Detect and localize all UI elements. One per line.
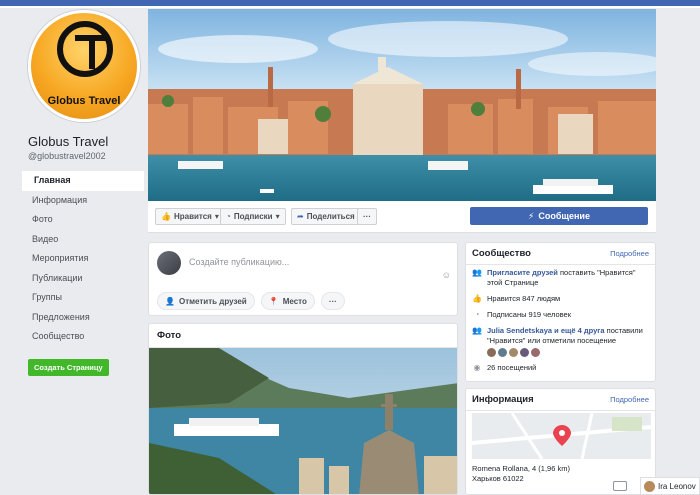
likes-row: 👍 Нравится 847 людям — [466, 291, 655, 307]
chat-contact-name: Ira Leonov — [658, 481, 696, 491]
address-line-1[interactable]: Romena Rollana, 4 (1,96 km) — [472, 464, 570, 474]
chevron-down-icon: ▾ — [275, 212, 280, 221]
like-button[interactable]: 👍 Нравится ▾ — [155, 208, 225, 225]
check-in-label: Место — [282, 296, 307, 306]
map-graphic — [472, 413, 651, 459]
nav-item-offers[interactable]: Предложения — [22, 308, 144, 328]
logo-g-mark — [57, 21, 113, 77]
share-button-label: Поделиться — [306, 212, 355, 221]
community-card: Сообщество Подробнее 👥 Пригласите друзей… — [465, 242, 656, 382]
composer-more-button[interactable]: ··· — [320, 292, 345, 310]
page-action-bar: 👍 Нравится ▾ ◔ Подписки ▾ ➦ Поделиться ·… — [148, 201, 656, 233]
info-card: Информация Подробнее Romena Rollana, 4 (… — [465, 388, 656, 495]
emoji-icon[interactable]: ☺ — [442, 270, 451, 280]
logo-text: Globus Travel — [47, 95, 121, 107]
tag-friends-label: Отметить друзей — [178, 296, 247, 306]
invite-friends-link[interactable]: Пригласите друзей — [487, 268, 558, 277]
nav-item-posts[interactable]: Публикации — [22, 269, 144, 289]
friend-avatar[interactable] — [487, 348, 496, 357]
friends-link[interactable]: Julia Sendetskaya и ещё 4 друга — [487, 326, 605, 335]
kotor-bay-photo[interactable] — [149, 348, 458, 495]
nav-item-videos[interactable]: Видео — [22, 230, 144, 250]
page-handle[interactable]: @globustravel2002 — [22, 151, 144, 161]
visits-count-text: 26 посещений — [487, 363, 537, 372]
chat-contact[interactable]: Ira Leonov — [640, 477, 700, 495]
followers-row: ◔ Подписаны 919 человек — [466, 307, 655, 323]
nav-item-groups[interactable]: Группы — [22, 288, 144, 308]
friend-avatar[interactable] — [509, 348, 518, 357]
invite-text-block: Пригласите друзей поставить "Нравится" э… — [487, 268, 649, 288]
post-composer: Создайте публикацию... ☺ 👤 Отметить друз… — [148, 242, 458, 316]
friends-text-block: Julia Sendetskaya и ещё 4 друга поставил… — [487, 326, 649, 357]
friend-avatar[interactable] — [498, 348, 507, 357]
rss-icon: ◔ — [226, 212, 231, 221]
nav-item-events[interactable]: Мероприятия — [22, 249, 144, 269]
avatar — [157, 251, 181, 275]
friends-icon: 👥 — [472, 326, 482, 335]
info-more-link[interactable]: Подробнее — [610, 395, 649, 404]
left-column: Globus Travel Globus Travel @globustrave… — [22, 10, 144, 376]
friend-avatars — [487, 348, 649, 357]
rss-icon: ◔ — [474, 310, 480, 319]
message-button[interactable]: ⚡ Сообщение — [470, 207, 648, 225]
friend-avatar[interactable] — [531, 348, 540, 357]
nav-item-info[interactable]: Информация — [22, 191, 144, 211]
address-line-2: Харьков 61022 — [472, 474, 524, 483]
messenger-icon: ⚡ — [528, 210, 535, 221]
logo-t-stem — [89, 35, 95, 69]
nav-item-community[interactable]: Сообщество — [22, 327, 144, 347]
tag-friends-button[interactable]: 👤 Отметить друзей — [157, 292, 255, 310]
check-in-icon: ◉ — [473, 363, 481, 372]
community-card-header: Сообщество Подробнее — [466, 243, 655, 265]
like-button-label: Нравится — [173, 212, 212, 221]
composer-input[interactable]: Создайте публикацию... — [189, 257, 289, 267]
photos-card: Фото — [148, 323, 458, 495]
thumbs-up-icon: 👍 — [161, 212, 171, 221]
cover-photo[interactable] — [148, 9, 656, 201]
invite-icon: 👥 — [472, 268, 482, 277]
venice-cover-image — [148, 9, 656, 201]
tag-friends-icon: 👤 — [165, 296, 175, 306]
community-card-title: Сообщество — [472, 248, 531, 259]
location-map[interactable] — [472, 413, 651, 459]
info-card-header: Информация Подробнее — [466, 389, 655, 411]
chevron-down-icon: ▾ — [214, 212, 219, 221]
message-button-label: Сообщение — [538, 211, 590, 221]
chat-options-icon[interactable] — [613, 481, 627, 491]
share-button[interactable]: ➦ Поделиться — [291, 208, 361, 225]
subscribe-button-label: Подписки — [233, 212, 273, 221]
followers-count-text: Подписаны 919 человек — [487, 310, 571, 319]
check-in-button[interactable]: 📍 Место — [260, 292, 315, 310]
subscribe-button[interactable]: ◔ Подписки ▾ — [220, 208, 286, 225]
page-nav: Главная Информация Фото Видео Мероприяти… — [22, 171, 144, 347]
nav-item-home[interactable]: Главная — [22, 171, 144, 191]
composer-actions: 👤 Отметить друзей 📍 Место ··· — [157, 292, 345, 310]
address-block: Romena Rollana, 4 (1,96 km) Харьков 6102… — [472, 464, 570, 484]
likes-count-text: Нравится 847 людям — [487, 294, 561, 303]
nav-item-photos[interactable]: Фото — [22, 210, 144, 230]
top-bar-divider — [0, 6, 700, 8]
invite-friends-row: 👥 Пригласите друзей поставить "Нравится"… — [466, 265, 655, 291]
avatar — [644, 480, 655, 492]
page-title[interactable]: Globus Travel — [22, 134, 144, 149]
friends-row: 👥 Julia Sendetskaya и ещё 4 друга постав… — [466, 323, 655, 360]
community-more-link[interactable]: Подробнее — [610, 249, 649, 258]
friend-avatar[interactable] — [520, 348, 529, 357]
visits-row: ◉ 26 посещений — [466, 360, 655, 376]
thumbs-up-icon: 👍 — [472, 294, 482, 303]
more-options-button[interactable]: ··· — [357, 208, 377, 225]
create-page-button[interactable]: Создать Страницу — [28, 358, 109, 376]
share-icon: ➦ — [297, 212, 304, 221]
info-card-title: Информация — [472, 394, 534, 405]
location-pin-icon: 📍 — [268, 296, 279, 306]
photos-card-title[interactable]: Фото — [149, 324, 457, 348]
profile-picture[interactable]: Globus Travel — [28, 10, 140, 122]
